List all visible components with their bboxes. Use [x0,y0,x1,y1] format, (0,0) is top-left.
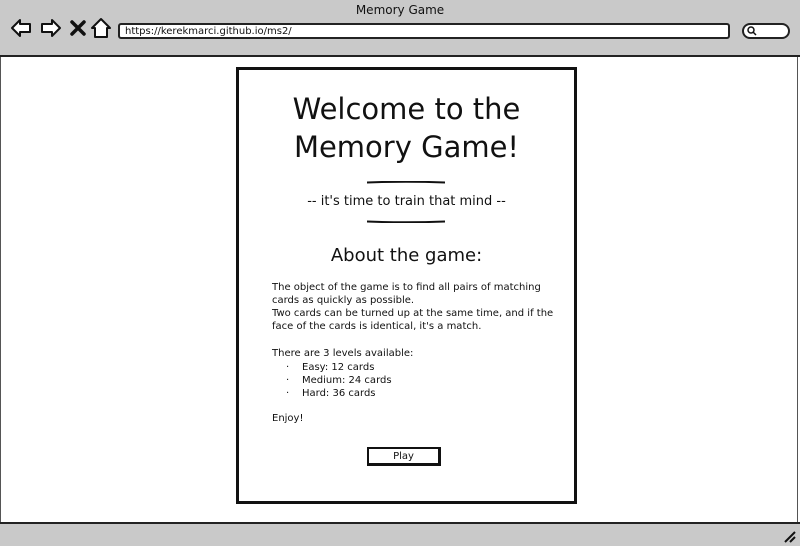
level-item-easy: Easy: 12 cards [286,361,392,374]
levels-list: Easy: 12 cards Medium: 24 cards Hard: 36… [286,361,392,400]
search-icon [747,26,757,36]
back-arrow-icon[interactable] [10,17,32,39]
address-bar[interactable]: https://kerekmarci.github.io/ms2/ [118,23,730,39]
level-item-medium: Medium: 24 cards [286,374,392,387]
browser-titlebar: Memory Game https://kerekmarci.github.io… [0,0,800,57]
page-title-line-2: Memory Game! [293,130,520,164]
forward-arrow-icon[interactable] [40,17,62,39]
page-title-line-1: Welcome to the [292,92,521,126]
welcome-card: Welcome to the Memory Game! -- it's time… [236,67,577,504]
description-paragraph-1: The object of the game is to find all pa… [272,282,541,306]
level-item-hard: Hard: 36 cards [286,387,392,400]
description-paragraph-2: Two cards can be turned up at the same t… [272,308,554,332]
levels-intro: There are 3 levels available: [272,348,414,359]
divider-bottom [367,220,445,223]
home-icon[interactable] [90,17,112,39]
tagline: -- it's time to train that mind -- [307,194,506,209]
browser-statusbar [0,522,800,546]
window-title: Memory Game [355,3,445,17]
search-field[interactable] [742,23,790,39]
divider-top [367,181,445,184]
play-button[interactable]: Play [367,447,441,466]
game-description: The object of the game is to find all pa… [272,281,562,333]
resize-grip-icon[interactable] [782,529,796,543]
closing-text: Enjoy! [272,413,304,424]
about-heading: About the game: [330,245,483,266]
page-title: Welcome to the Memory Game! [239,90,574,166]
close-icon[interactable] [67,17,89,39]
